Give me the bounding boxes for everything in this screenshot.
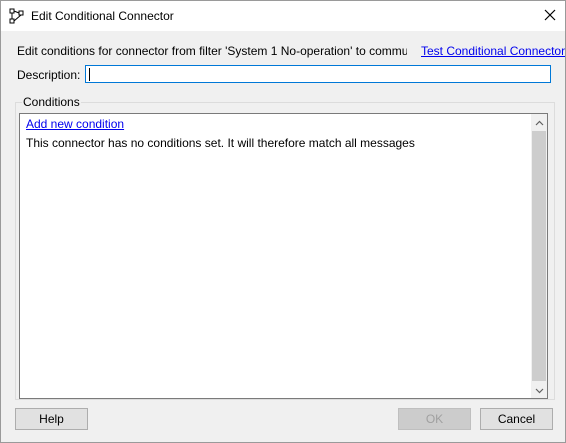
window-title: Edit Conditional Connector [31, 9, 174, 23]
ok-button[interactable]: OK [398, 408, 471, 430]
connector-info-text: Edit conditions for connector from filte… [17, 44, 407, 58]
edit-conditional-connector-dialog: Edit Conditional Connector Edit conditio… [0, 0, 566, 443]
description-label: Description: [17, 68, 81, 82]
scrollbar-thumb[interactable] [532, 131, 546, 381]
conditions-list-panel[interactable]: Add new condition This connector has no … [19, 113, 548, 399]
scroll-down-button[interactable] [531, 382, 547, 398]
scroll-up-button[interactable] [531, 114, 547, 130]
cancel-button[interactable]: Cancel [480, 408, 553, 430]
vertical-scrollbar[interactable] [531, 114, 547, 398]
add-new-condition-link[interactable]: Add new condition [26, 117, 124, 131]
connector-network-icon [9, 8, 25, 24]
description-input[interactable] [85, 65, 551, 83]
test-conditional-connector-link[interactable]: Test Conditional Connector [421, 44, 565, 58]
no-conditions-message: This connector has no conditions set. It… [26, 136, 415, 150]
title-bar: Edit Conditional Connector [1, 1, 565, 31]
chevron-down-icon [535, 383, 544, 397]
text-caret [89, 68, 90, 81]
chevron-up-icon [535, 115, 544, 129]
help-button[interactable]: Help [15, 408, 88, 430]
close-icon [544, 9, 556, 24]
conditions-group-label: Conditions [22, 95, 81, 109]
close-button[interactable] [535, 1, 565, 31]
